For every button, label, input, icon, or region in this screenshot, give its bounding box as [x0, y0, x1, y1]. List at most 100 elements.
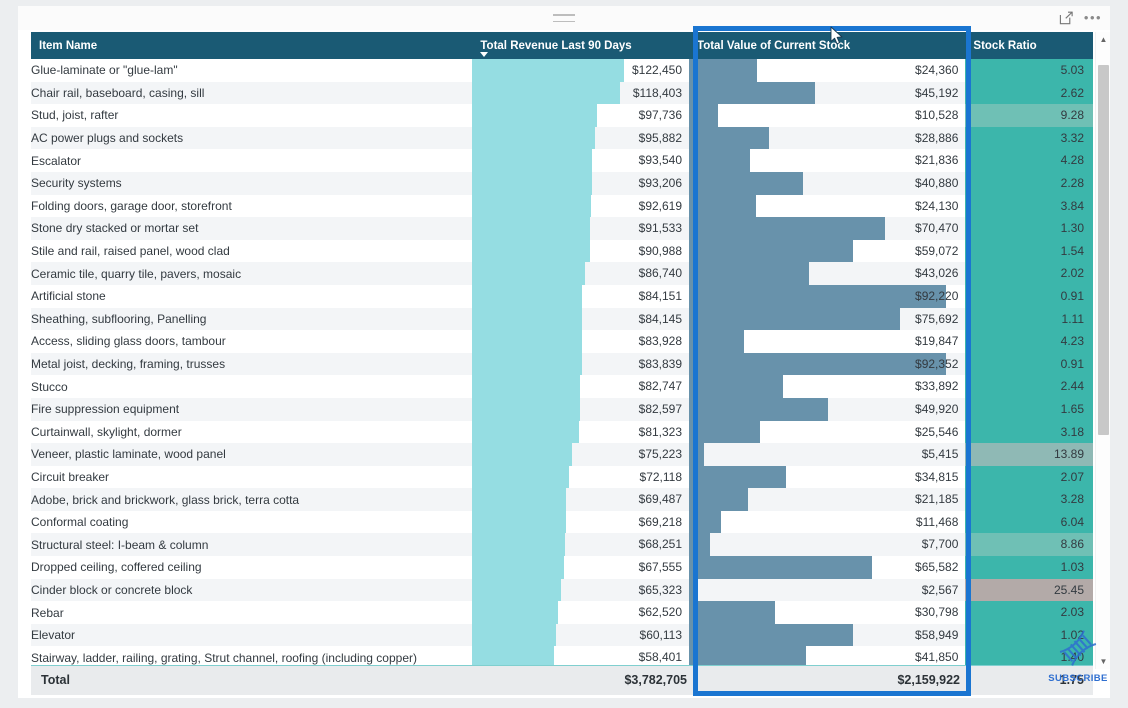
table-row[interactable]: Stone dry stacked or mortar set $91,533 $7…: [31, 217, 1093, 240]
column-header-label: Total Value of Current Stock: [697, 39, 851, 52]
scroll-up-arrow-icon[interactable]: ▲: [1096, 32, 1111, 47]
cell-stock-ratio: 1.02: [965, 623, 1093, 647]
table-row[interactable]: Ceramic tile, quarry tile, pavers, mosai…: [31, 262, 1093, 285]
column-header-item-name[interactable]: Item Name: [31, 32, 473, 59]
revenue-value: $60,113: [639, 627, 683, 642]
table-row[interactable]: Structural steel: I-beam & column $68,251…: [31, 533, 1093, 557]
cell-item-name: Access, sliding glass doors, tambour: [31, 330, 473, 353]
table-body: Glue-laminate or "glue-lam" $122,450 $24,3…: [31, 59, 1093, 669]
revenue-value: $75,223: [638, 447, 683, 462]
ratio-value: 2.62: [1060, 85, 1084, 100]
table-row[interactable]: Circuit breaker $72,118 $34,815 2.07: [31, 465, 1093, 489]
cell-total-revenue: $97,736: [472, 104, 690, 127]
table-row[interactable]: Curtainwall, skylight, dormer $81,323 $25,…: [31, 420, 1093, 444]
column-header-total-stock-value[interactable]: Total Value of Current Stock: [689, 32, 966, 59]
cell-total-stock-value: $5,415: [689, 443, 966, 466]
table-row[interactable]: Elevator $60,113 $58,949 1.02: [31, 623, 1093, 647]
cell-total-stock-value: $21,185: [689, 488, 966, 511]
stock-value: $24,360: [915, 63, 959, 77]
revenue-value: $93,206: [638, 175, 683, 190]
table-row[interactable]: Folding doors, garage door, storefront $9…: [31, 194, 1093, 218]
table-row[interactable]: Glue-laminate or "glue-lam" $122,450 $24,3…: [31, 59, 1093, 82]
table-row[interactable]: Sheathing, subflooring, Panelling $84,145…: [31, 307, 1093, 331]
cell-total-stock-value: $92,220: [689, 284, 966, 308]
table-row[interactable]: Stud, joist, rafter $97,736 $10,528 9.28: [31, 104, 1093, 127]
ratio-value: 1.30: [1060, 221, 1084, 236]
cell-stock-ratio: 3.18: [965, 420, 1093, 444]
table-row[interactable]: Dropped ceiling, coffered ceiling $67,555…: [31, 556, 1093, 579]
cell-total-revenue: $82,597: [472, 397, 690, 421]
cell-stock-ratio: 1.40: [965, 646, 1093, 669]
column-header-total-revenue[interactable]: Total Revenue Last 90 Days: [472, 32, 690, 59]
cell-item-name: Cinder block or concrete block: [31, 578, 473, 602]
cell-total-revenue: $83,928: [472, 330, 690, 353]
table-row[interactable]: Chair rail, baseboard, casing, sill $118,…: [31, 81, 1093, 105]
table-row[interactable]: Cinder block or concrete block $65,323 $2,…: [31, 578, 1093, 602]
total-ratio-value: 1.75: [1059, 673, 1084, 687]
cell-item-name: Structural steel: I-beam & column: [31, 533, 473, 557]
table-row[interactable]: Veneer, plastic laminate, wood panel $75,…: [31, 443, 1093, 466]
stock-value: $11,468: [915, 514, 959, 529]
cell-item-name: Curtainwall, skylight, dormer: [31, 420, 473, 444]
cell-total-revenue: $93,540: [472, 149, 690, 172]
ratio-value: 1.65: [1060, 401, 1084, 416]
cell-stock-ratio: 2.02: [965, 262, 1093, 285]
table-row[interactable]: Stucco $82,747 $33,892 2.44: [31, 375, 1093, 398]
cell-total-revenue: $82,747: [472, 375, 690, 398]
cell-total-revenue: $84,145: [472, 307, 690, 331]
cell-stock-ratio: 0.91: [965, 352, 1093, 376]
scrollbar-thumb[interactable]: [1098, 65, 1109, 435]
cell-item-name: Artificial stone: [31, 284, 473, 308]
table-row[interactable]: Security systems $93,206 $40,880 2.28: [31, 171, 1093, 195]
scroll-down-arrow-icon[interactable]: ▼: [1096, 654, 1111, 669]
stock-value: $40,880: [915, 175, 959, 190]
table-row[interactable]: AC power plugs and sockets $95,882 $28,886…: [31, 126, 1093, 150]
vertical-scrollbar[interactable]: ▲ ▼: [1095, 32, 1110, 669]
ratio-value: 6.04: [1060, 514, 1084, 529]
cell-item-name: AC power plugs and sockets: [31, 126, 473, 150]
cell-stock-ratio: 3.32: [965, 126, 1093, 150]
cell-item-name: Glue-laminate or "glue-lam": [31, 59, 473, 82]
stock-value: $24,130: [915, 198, 959, 213]
cell-total-revenue: $122,450: [472, 59, 690, 82]
visual-header: •••: [18, 6, 1110, 30]
stock-value: $59,072: [915, 243, 959, 258]
stock-value: $5,415: [921, 447, 959, 462]
focus-mode-icon[interactable]: [1057, 9, 1075, 27]
visual-header-icons: •••: [1057, 6, 1102, 30]
stock-value: $21,185: [915, 492, 959, 507]
cell-total-revenue: $67,555: [472, 556, 690, 579]
column-header-stock-ratio[interactable]: Stock Ratio: [965, 32, 1093, 59]
ratio-value: 3.28: [1060, 492, 1084, 507]
revenue-value: $69,218: [638, 514, 683, 529]
stock-value: $45,192: [915, 85, 959, 100]
cell-stock-ratio: 3.28: [965, 488, 1093, 511]
cell-total-stock-value: $49,920: [689, 397, 966, 421]
cell-stock-ratio: 5.03: [965, 59, 1093, 82]
table-row[interactable]: Metal joist, decking, framing, trusses $8…: [31, 352, 1093, 376]
cell-total-stock-value: $70,470: [689, 217, 966, 240]
table-row[interactable]: Fire suppression equipment $82,597 $49,920…: [31, 397, 1093, 421]
stock-value: $75,692: [915, 311, 959, 326]
cell-total-stock-value: $19,847: [689, 330, 966, 353]
more-options-icon[interactable]: •••: [1084, 9, 1102, 27]
cell-item-name: Stucco: [31, 375, 473, 398]
cell-item-name: Sheathing, subflooring, Panelling: [31, 307, 473, 331]
drag-handle-icon[interactable]: [553, 14, 575, 22]
revenue-value: $65,323: [638, 582, 683, 597]
revenue-value: $58,401: [638, 650, 683, 665]
table-row[interactable]: Access, sliding glass doors, tambour $83,…: [31, 330, 1093, 353]
cell-total-revenue: $75,223: [472, 443, 690, 466]
table-row[interactable]: Artificial stone $84,151 $92,220 0.91: [31, 284, 1093, 308]
revenue-value: $90,988: [638, 243, 683, 258]
cell-stock-ratio: 2.28: [965, 171, 1093, 195]
cell-total-stock-value: $11,468: [689, 510, 966, 534]
cell-stock-ratio: 0.91: [965, 284, 1093, 308]
table-row[interactable]: Conformal coating $69,218 $11,468 6.04: [31, 510, 1093, 534]
stock-value: $30,798: [915, 605, 959, 620]
table-row[interactable]: Escalator $93,540 $21,836 4.28: [31, 149, 1093, 172]
table-row[interactable]: Rebar $62,520 $30,798 2.03: [31, 601, 1093, 624]
table-row[interactable]: Adobe, brick and brickwork, glass brick,…: [31, 488, 1093, 511]
table-row[interactable]: Stile and rail, raised panel, wood clad $…: [31, 239, 1093, 263]
cell-total-stock-value: $7,700: [689, 533, 966, 557]
